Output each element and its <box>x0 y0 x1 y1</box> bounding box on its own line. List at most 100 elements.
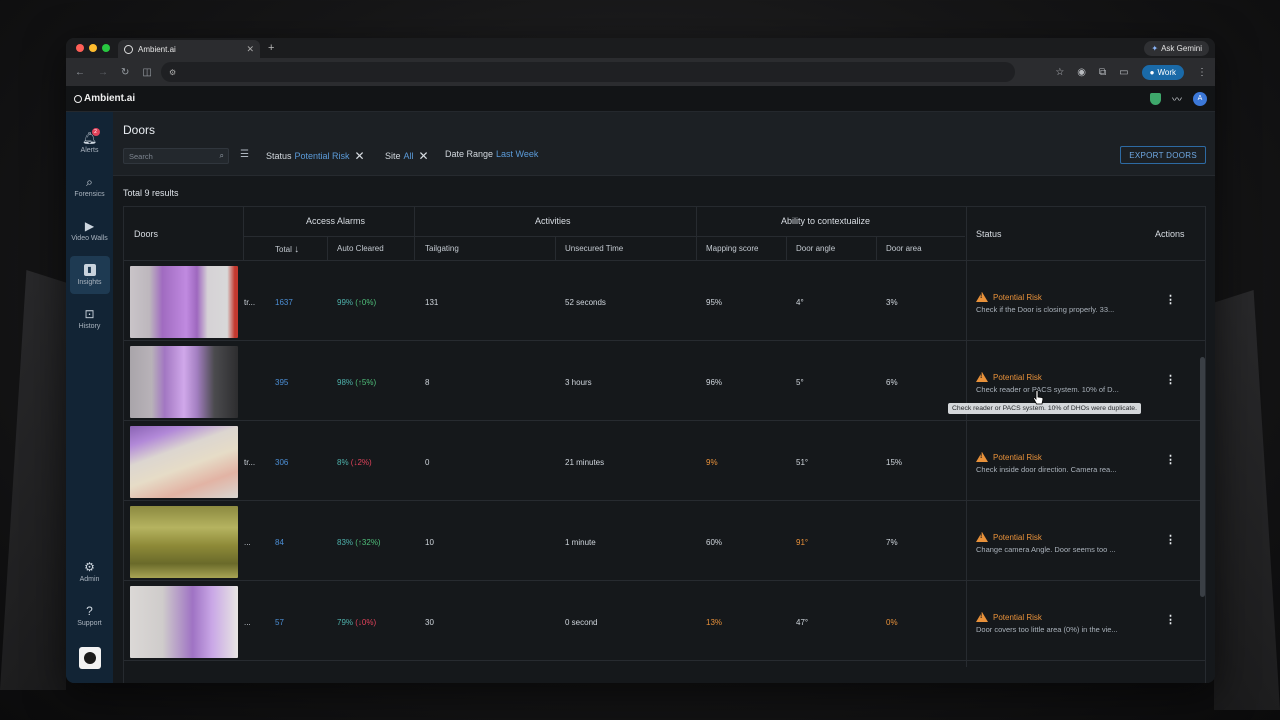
close-window-button[interactable] <box>76 44 84 52</box>
auto-cleared-pct: 98% <box>337 378 354 387</box>
user-avatar[interactable]: A <box>1193 91 1207 106</box>
header-access-alarms: Access Alarms <box>306 216 366 226</box>
auto-cleared: 79% (↓0%) <box>337 618 376 627</box>
sidebar-item-support[interactable]: ? Support <box>70 597 110 635</box>
extensions-puzzle-icon[interactable]: ⧉ <box>1099 67 1106 78</box>
door-thumbnail[interactable] <box>130 266 238 338</box>
auto-cleared-pct: 8% <box>337 458 349 467</box>
door-area: 6% <box>886 378 898 387</box>
ask-gemini-button[interactable]: ✦ Ask Gemini <box>1144 41 1209 56</box>
door-thumbnail[interactable] <box>130 506 238 578</box>
profile-button[interactable]: ● Work <box>1141 64 1184 80</box>
divider <box>555 236 556 260</box>
minimize-window-button[interactable] <box>89 44 97 52</box>
filter-chip-date-range[interactable]: Date Range Last Week <box>445 149 538 159</box>
alarm-total[interactable]: 395 <box>275 378 288 387</box>
cast-icon[interactable]: ▭ <box>1119 67 1128 78</box>
sidebar-item-forensics[interactable]: ⌕ Forensics <box>70 168 110 206</box>
alerts-badge: 2 <box>91 128 100 136</box>
row-actions-menu-icon[interactable]: ⋮ <box>1165 375 1176 386</box>
status-label[interactable]: Potential Risk <box>976 372 1042 382</box>
brand-logo[interactable]: Ambient.ai <box>74 93 135 104</box>
tailgating-count: 8 <box>425 378 430 387</box>
forward-icon[interactable]: → <box>98 67 108 78</box>
remove-filter-icon[interactable]: ✕ <box>419 149 429 163</box>
backdrop-right <box>1214 290 1280 710</box>
export-doors-button[interactable]: EXPORT DOORS <box>1120 146 1206 164</box>
backdrop-left <box>0 270 66 690</box>
column-tailgating[interactable]: Tailgating <box>425 244 459 253</box>
filter-chip-status[interactable]: Status Potential Risk ✕ <box>266 149 365 163</box>
alarm-total[interactable]: 1637 <box>275 298 293 307</box>
row-actions-menu-icon[interactable]: ⋮ <box>1165 455 1176 466</box>
search-icon[interactable]: ⌕ <box>220 151 224 161</box>
table-row[interactable]: tr... 1637 99% (↑0%) 131 52 seconds 95% 4° 3% Po… <box>124 261 1205 341</box>
alarm-total[interactable]: 84 <box>275 538 284 547</box>
bookmark-star-icon[interactable]: ☆ <box>1055 67 1064 78</box>
door-thumbnail[interactable] <box>130 346 238 418</box>
alarm-total[interactable]: 306 <box>275 458 288 467</box>
status-label[interactable]: Potential Risk <box>976 612 1042 622</box>
table-row[interactable]: ... 57 79% (↓0%) 30 0 second 13% 47° 0% Potentia… <box>124 581 1205 661</box>
sidebar-item-admin[interactable]: ⚙ Admin <box>70 553 110 591</box>
shield-icon[interactable] <box>1150 92 1161 105</box>
row-actions-menu-icon[interactable]: ⋮ <box>1165 295 1176 306</box>
search-box[interactable]: ⌕ <box>123 148 229 164</box>
column-auto-cleared[interactable]: Auto Cleared <box>337 244 384 253</box>
mapping-score: 96% <box>706 378 723 387</box>
remove-filter-icon[interactable]: ✕ <box>355 149 365 163</box>
status-text: Potential Risk <box>993 452 1042 462</box>
door-thumbnail[interactable] <box>130 426 238 498</box>
filter-icon[interactable]: ☰ <box>240 149 249 160</box>
status-label[interactable]: Potential Risk <box>976 532 1042 542</box>
unsecured-time: 52 seconds <box>565 298 606 307</box>
status-label[interactable]: Potential Risk <box>976 292 1042 302</box>
sidebar-item-label: Insights <box>77 279 102 286</box>
row-actions-menu-icon[interactable]: ⋮ <box>1165 615 1176 626</box>
table-row[interactable]: tr... 306 8% (↓2%) 0 21 minutes 9% 51° 15% Poten… <box>124 421 1205 501</box>
status-message[interactable]: Check reader or PACS system. 10% of D... <box>976 385 1138 394</box>
maximize-window-button[interactable] <box>102 44 110 52</box>
search-input[interactable] <box>129 151 215 161</box>
status-message[interactable]: Check if the Door is closing properly. 3… <box>976 305 1138 314</box>
table-scrollbar[interactable] <box>1200 357 1205 597</box>
table-row[interactable]: ... 84 83% (↑32%) 10 1 minute 60% 91° 7% Potenti… <box>124 501 1205 581</box>
auto-cleared: 99% (↑0%) <box>337 298 376 307</box>
browser-tab[interactable]: Ambient.ai ✕ <box>118 40 260 58</box>
tailgating-count: 10 <box>425 538 434 547</box>
filter-chip-site[interactable]: Site All ✕ <box>385 149 429 163</box>
site-settings-icon[interactable]: ⚙ <box>169 68 176 77</box>
reload-icon[interactable]: ↻ <box>121 67 129 78</box>
sidebar-item-video-walls[interactable]: ▶ Video Walls <box>70 212 110 250</box>
sidebar-item-insights[interactable]: ▮ Insights <box>69 256 110 294</box>
back-icon[interactable]: ← <box>75 67 85 78</box>
filter-name: Date Range <box>445 149 494 159</box>
new-tab-icon[interactable]: + <box>268 42 274 54</box>
tab-close-icon[interactable]: ✕ <box>246 44 254 55</box>
history-icon: ⊡ <box>84 307 95 321</box>
column-total[interactable]: Total ↓ <box>275 244 299 255</box>
door-angle: 5° <box>796 378 804 387</box>
alarm-total[interactable]: 57 <box>275 618 284 627</box>
status-message[interactable]: Change camera Angle. Door seems too ... <box>976 545 1138 554</box>
sidebar-toggle-icon[interactable]: ◫ <box>142 67 151 78</box>
mapping-score: 60% <box>706 538 723 547</box>
column-door-angle[interactable]: Door angle <box>796 244 835 253</box>
activity-icon[interactable]: 〰 <box>1172 91 1182 106</box>
extension-1-icon[interactable]: ◉ <box>1077 67 1086 78</box>
browser-menu-icon[interactable]: ⋮ <box>1197 67 1207 78</box>
sidebar-item-history[interactable]: ⊡ History <box>70 300 110 338</box>
column-mapping-score[interactable]: Mapping score <box>706 244 758 253</box>
status-message[interactable]: Door covers too little area (0%) in the … <box>976 625 1138 634</box>
address-bar[interactable]: ⚙ <box>161 62 1015 82</box>
status-message[interactable]: Check inside door direction. Camera rea.… <box>976 465 1138 474</box>
column-door-area[interactable]: Door area <box>886 244 922 253</box>
row-actions-menu-icon[interactable]: ⋮ <box>1165 535 1176 546</box>
status-label[interactable]: Potential Risk <box>976 452 1042 462</box>
warning-icon <box>976 612 988 622</box>
sort-down-icon[interactable]: ↓ <box>294 244 299 255</box>
door-thumbnail[interactable] <box>130 586 238 658</box>
column-unsecured-time[interactable]: Unsecured Time <box>565 244 623 253</box>
profile-label: Work <box>1157 67 1176 77</box>
sidebar-item-alerts[interactable]: 🔔︎ 2 Alerts <box>70 124 110 162</box>
